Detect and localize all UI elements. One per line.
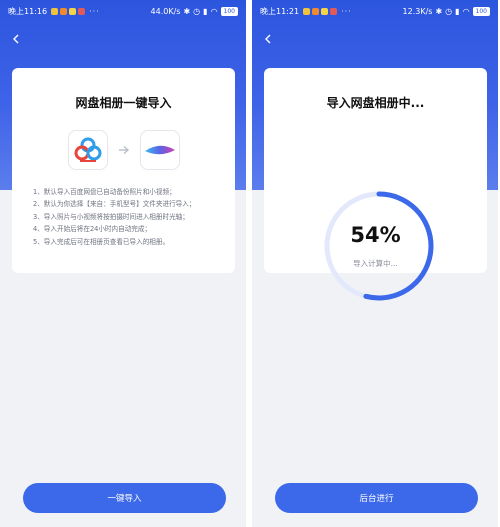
status-bar: 晚上11:16 ··· 44.0K/s ✱ ◷ ▮ ◠ 100 bbox=[0, 0, 246, 22]
status-time: 晚上11:16 bbox=[8, 6, 48, 16]
import-now-button[interactable]: 一键导入 bbox=[23, 483, 226, 513]
network-speed: 12.3K/s bbox=[402, 6, 433, 16]
list-item: 4、导入开始后将在24小时内自动完成； bbox=[33, 225, 152, 234]
status-bar: 晚上11:21 ··· 12.3K/s ✱ ◷ ▮ ◠ 100 bbox=[252, 0, 498, 22]
photo-album-logo-icon bbox=[145, 145, 175, 155]
alarm-icon: ◷ bbox=[193, 6, 201, 16]
bluetooth-icon: ✱ bbox=[435, 6, 443, 16]
import-progress-card: 导入网盘相册中... 54% 导入计算中... bbox=[264, 68, 487, 301]
progress-status-text: 导入计算中... bbox=[353, 259, 398, 268]
back-button[interactable] bbox=[259, 30, 277, 48]
progress-percent: 54% bbox=[350, 223, 401, 247]
notification-app-icon bbox=[51, 7, 59, 15]
arrow-right-icon bbox=[119, 145, 130, 155]
list-item: 2、默认为你选择【来自：手机型号】文件夹进行导入； bbox=[33, 200, 196, 209]
list-item: 5、导入完成后可在相册页查看已导入的相册。 bbox=[33, 237, 170, 246]
notification-app-icon bbox=[330, 7, 338, 15]
chevron-left-icon bbox=[265, 34, 271, 44]
notification-app-icon bbox=[303, 7, 311, 15]
signal-icon: ▮ bbox=[455, 6, 460, 16]
notification-app-icon bbox=[69, 7, 77, 15]
bluetooth-icon: ✱ bbox=[183, 6, 191, 16]
signal-icon: ▮ bbox=[203, 6, 208, 16]
notification-app-icon bbox=[78, 7, 86, 15]
notification-app-icon bbox=[312, 7, 320, 15]
status-more: ··· bbox=[341, 6, 352, 16]
import-intro-screen: 晚上11:16 ··· 44.0K/s ✱ ◷ ▮ ◠ 100 网盘相册一键导入 bbox=[0, 0, 246, 527]
battery-icon: 100 bbox=[220, 6, 238, 16]
network-speed: 44.0K/s bbox=[150, 6, 181, 16]
back-button[interactable] bbox=[7, 30, 25, 48]
list-item: 3、导入照片与小视频将按拍摄时间进入相册时光轴； bbox=[33, 212, 189, 221]
battery-icon: 100 bbox=[472, 6, 490, 16]
notification-app-icon bbox=[60, 7, 68, 15]
status-time: 晚上11:21 bbox=[260, 6, 300, 16]
source-app-tile bbox=[68, 130, 108, 170]
notification-app-icon bbox=[321, 7, 329, 15]
list-item: 1、默认导入百度网盘已自动备份照片和小视频； bbox=[33, 188, 176, 196]
wifi-icon: ◠ bbox=[462, 6, 470, 16]
import-progress-screen: 晚上11:21 ··· 12.3K/s ✱ ◷ ▮ ◠ 100 导入网盘相册中.… bbox=[252, 0, 498, 527]
import-steps-list: 1、默认导入百度网盘已自动备份照片和小视频； 2、默认为你选择【来自：手机型号】… bbox=[33, 186, 233, 248]
target-app-tile bbox=[140, 130, 180, 170]
baidu-netdisk-logo-icon bbox=[74, 137, 102, 162]
run-in-background-button[interactable]: 后台进行 bbox=[275, 483, 478, 513]
status-right: 44.0K/s ✱ ◷ ▮ ◠ 100 bbox=[150, 6, 238, 16]
chevron-left-icon bbox=[13, 34, 19, 44]
alarm-icon: ◷ bbox=[445, 6, 453, 16]
card-title: 导入网盘相册中... bbox=[326, 96, 425, 110]
card-title: 网盘相册一键导入 bbox=[75, 96, 172, 110]
import-info-card: 网盘相册一键导入 1、默认导入百度网盘已自动备份照片和小视频； 2、默认为你选择… bbox=[12, 68, 235, 273]
status-more: ··· bbox=[89, 6, 100, 16]
wifi-icon: ◠ bbox=[210, 6, 218, 16]
status-right: 12.3K/s ✱ ◷ ▮ ◠ 100 bbox=[402, 6, 490, 16]
